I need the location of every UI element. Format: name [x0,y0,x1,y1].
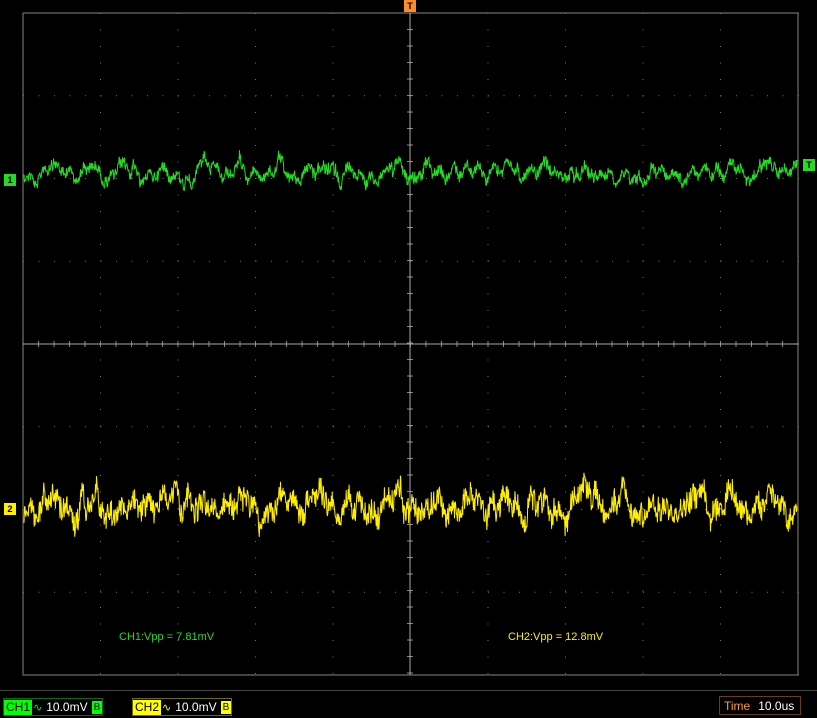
ch2-vpp-measurement: CH2:Vpp = 12.8mV [508,631,604,643]
ch1-bw-limit: B [91,700,103,714]
status-bar: CH1 ∿ 10.0mV B CH2 ∿ 10.0mV B Time 10.0u… [0,690,817,718]
ch1-ground-marker[interactable]: 1 [4,174,16,186]
ch2-ground-marker[interactable]: 2 [4,503,16,515]
ch2-label: CH2 [133,699,162,715]
time-value: 10.0us [758,698,795,713]
ac-coupling-icon: ∿ [33,701,43,714]
ch1-scale: 10.0mV [46,699,88,714]
ch2-bw-limit: B [220,700,232,714]
trigger-level-marker[interactable]: T [803,159,815,171]
ch1-label: CH1 [4,699,33,715]
ch2-scale: 10.0mV [175,699,217,714]
ac-coupling-icon: ∿ [162,701,172,714]
ch1-vpp-measurement: CH1:Vpp = 7.81mV [119,631,215,643]
timebase-status[interactable]: Time 10.0us [719,696,801,715]
trigger-position-marker[interactable]: T [404,0,416,12]
time-label: Time [724,698,751,713]
ch2-status[interactable]: CH2 ∿ 10.0mV B [132,698,233,716]
oscilloscope-screen: T 1 2 T CH1:Vpp = 7.81mV CH2:Vpp = 12.8m… [0,0,817,690]
waveform-display [22,12,799,676]
ch1-status[interactable]: CH1 ∿ 10.0mV B [3,698,104,716]
